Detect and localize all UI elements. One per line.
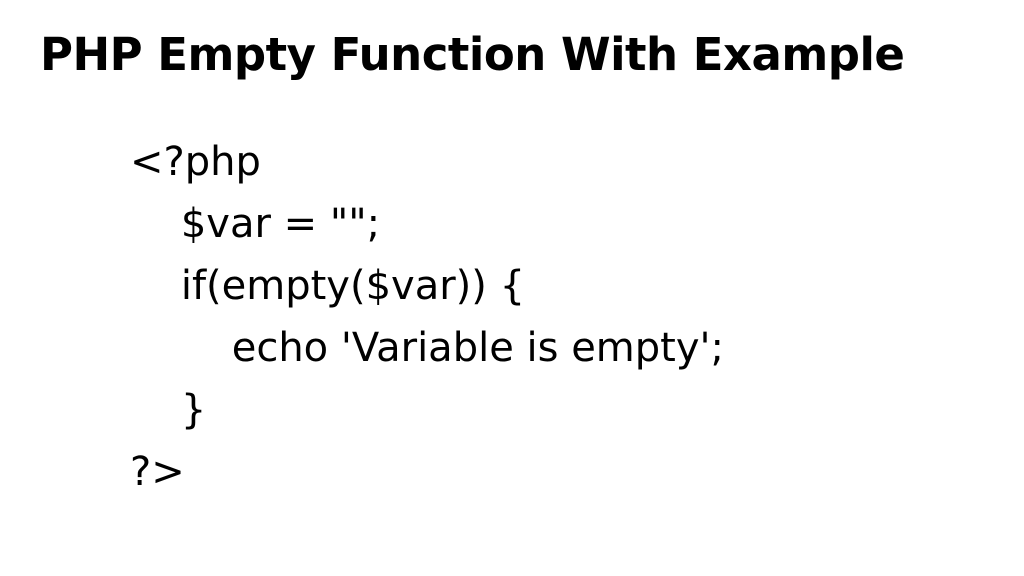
code-line-3: if(empty($var)) { (130, 263, 525, 309)
code-line-1: <?php (130, 139, 261, 185)
code-example: <?php $var = ""; if(empty($var)) { echo … (0, 81, 1024, 503)
code-line-5: } (130, 387, 206, 433)
code-line-4: echo 'Variable is empty'; (130, 325, 724, 371)
page-title: PHP Empty Function With Example (0, 0, 1024, 81)
code-line-6: ?> (130, 449, 185, 495)
code-line-2: $var = ""; (130, 201, 380, 247)
